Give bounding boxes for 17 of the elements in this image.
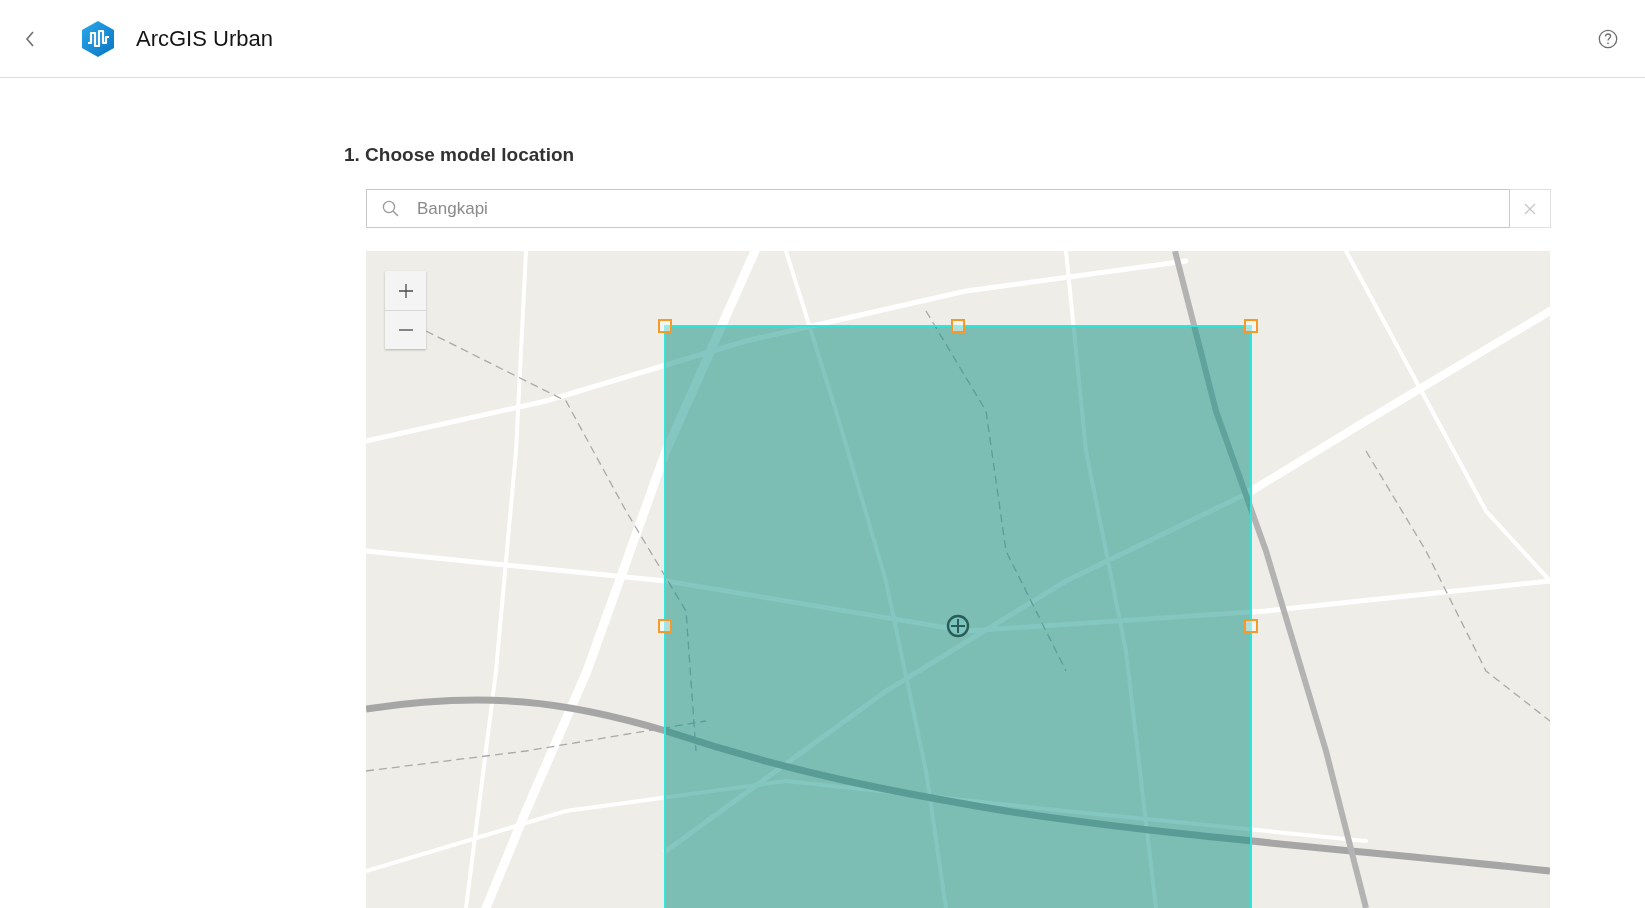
resize-handle-icon[interactable] [1244, 319, 1258, 333]
resize-handle-icon[interactable] [658, 319, 672, 333]
help-icon[interactable] [1598, 28, 1618, 49]
plus-icon [398, 283, 413, 298]
search-field[interactable]: Bangkapi [366, 189, 1510, 228]
crosshair-icon[interactable] [946, 614, 970, 638]
clear-button[interactable] [1510, 189, 1551, 228]
close-icon [1524, 202, 1536, 215]
chevron-left-icon[interactable] [25, 30, 35, 47]
resize-handle-icon[interactable] [658, 619, 672, 633]
logo-icon [82, 20, 114, 57]
resize-handle-icon[interactable] [951, 319, 965, 333]
resize-handle-icon[interactable] [1244, 619, 1258, 633]
zoom-in-button[interactable] [385, 271, 426, 310]
step-heading: 1. Choose model location [344, 143, 575, 167]
app-title: ArcGIS Urban [136, 25, 273, 52]
search-icon [382, 200, 399, 217]
